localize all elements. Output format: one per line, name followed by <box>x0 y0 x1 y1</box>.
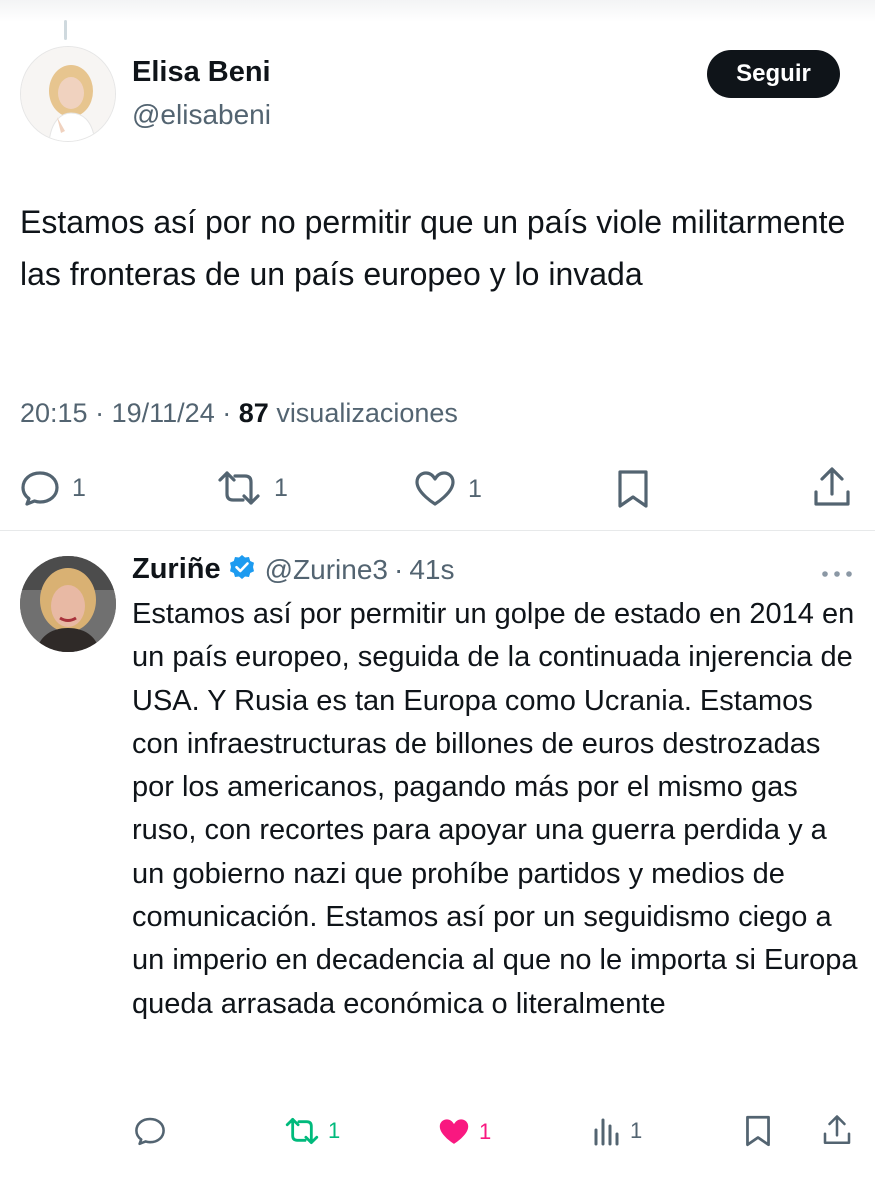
views-label: visualizaciones <box>276 398 458 428</box>
reply-separator: · <box>394 553 404 585</box>
like-action[interactable]: 1 <box>414 470 482 508</box>
reply-icon <box>135 1117 165 1146</box>
retweet-icon <box>218 471 260 505</box>
reply-share-action[interactable] <box>822 1114 852 1146</box>
tweet-meta: 20:15 · 19/11/24 · 87 visualizaciones <box>20 398 458 429</box>
reply-action[interactable]: 1 <box>20 470 86 506</box>
main-tweet: Elisa Beni @elisabeni Seguir Estamos así… <box>0 0 875 530</box>
divider <box>0 530 875 531</box>
bookmark-icon <box>746 1115 770 1147</box>
retweet-count: 1 <box>274 473 288 502</box>
reply-avatar[interactable] <box>20 556 116 652</box>
tweet-date[interactable]: 19/11/24 <box>112 398 215 428</box>
bookmark-icon <box>618 470 648 508</box>
like-icon <box>415 471 455 506</box>
tweet-time[interactable]: 20:15 <box>20 398 88 428</box>
views-count: 87 <box>238 398 269 428</box>
retweet-icon <box>285 1117 319 1145</box>
reply-like-count: 1 <box>479 1119 492 1144</box>
reply-views-action[interactable]: 1 <box>592 1116 642 1146</box>
meta-separator: · <box>222 398 232 428</box>
follow-button[interactable]: Seguir <box>707 50 840 98</box>
more-icon[interactable] <box>820 566 854 584</box>
avatar-image <box>20 556 116 652</box>
reply-like-action[interactable]: 1 <box>437 1117 491 1147</box>
like-count: 1 <box>468 474 482 503</box>
share-icon <box>814 467 850 506</box>
author-name[interactable]: Elisa Beni <box>132 56 271 89</box>
reply-text: Estamos así por permitir un golpe de est… <box>132 598 858 1020</box>
reply-views-count: 1 <box>630 1118 643 1143</box>
like-icon <box>439 1119 469 1144</box>
author-handle[interactable]: @elisabeni <box>132 99 271 131</box>
tweet-text: Estamos así por no permitir que un país … <box>20 204 846 292</box>
reply-bookmark-action[interactable] <box>744 1114 772 1148</box>
reply-header: Zuriñe @Zurine3 · 41s <box>132 553 454 586</box>
reply-author-handle[interactable]: @Zurine3 <box>265 554 388 586</box>
meta-separator: · <box>95 398 105 428</box>
avatar[interactable] <box>20 46 116 142</box>
verified-icon <box>229 554 255 585</box>
share-icon <box>823 1115 851 1145</box>
reply-reply-action[interactable] <box>134 1116 166 1146</box>
reply-time[interactable]: 41s <box>409 554 454 586</box>
reply-icon <box>21 471 59 506</box>
reply-count: 1 <box>72 473 86 502</box>
reply-author-name[interactable]: Zuriñe <box>132 553 221 586</box>
share-action[interactable] <box>812 466 852 508</box>
reply-retweet-count: 1 <box>328 1118 341 1143</box>
avatar-image <box>21 47 115 141</box>
views-icon <box>594 1118 619 1146</box>
reply-retweet-action[interactable]: 1 <box>284 1117 340 1145</box>
retweet-action[interactable]: 1 <box>216 470 288 506</box>
bookmark-action[interactable] <box>616 468 650 510</box>
